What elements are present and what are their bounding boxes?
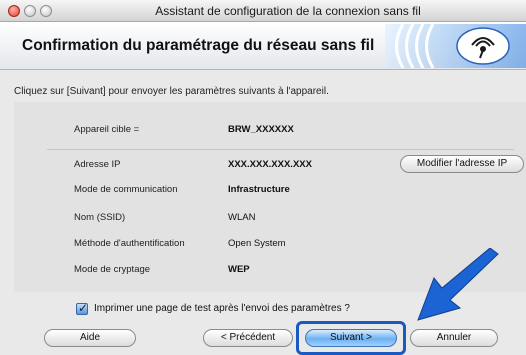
encryption-mode-label: Mode de cryptage [74,264,151,275]
zoom-window-icon[interactable] [40,5,52,17]
target-device-value: BRW_XXXXXX [228,124,294,135]
page-title: Confirmation du paramétrage du réseau sa… [22,37,375,54]
modify-ip-button[interactable]: Modifier l'adresse IP [400,155,524,173]
authentication-method-label: Méthode d'authentification [74,238,185,249]
communication-mode-value: Infrastructure [228,184,290,195]
title-bar[interactable]: Assistant de configuration de la connexi… [0,0,526,22]
minimize-window-icon[interactable] [24,5,36,17]
instruction-text: Cliquez sur [Suivant] pour envoyer les p… [14,86,329,97]
divider [47,149,514,150]
window-title: Assistant de configuration de la connexi… [155,4,421,18]
previous-button[interactable]: < Précédent [203,329,293,347]
communication-mode-label: Mode de communication [74,184,178,195]
print-test-page-checkbox[interactable]: ✓ [76,301,89,315]
ssid-value: WLAN [228,212,256,223]
wizard-header: Confirmation du paramétrage du réseau sa… [0,22,526,70]
ip-address-label: Adresse IP [74,159,121,170]
target-device-label: Appareil cible = [74,124,140,135]
cancel-button[interactable]: Annuler [410,329,498,347]
wifi-logo-icon [385,24,526,68]
close-window-icon[interactable] [8,5,20,17]
ip-address-value: XXX.XXX.XXX.XXX [228,159,312,170]
checkmark-icon: ✓ [78,301,89,315]
next-button-highlight [296,321,406,355]
wizard-window: Assistant de configuration de la connexi… [0,0,526,355]
authentication-method-value: Open System [228,238,286,249]
help-button[interactable]: Aide [44,329,136,347]
ssid-label: Nom (SSID) [74,212,126,223]
pointer-arrow-icon [417,248,499,321]
encryption-mode-value: WEP [228,264,250,275]
print-test-page-label: Imprimer une page de test après l'envoi … [94,303,350,314]
